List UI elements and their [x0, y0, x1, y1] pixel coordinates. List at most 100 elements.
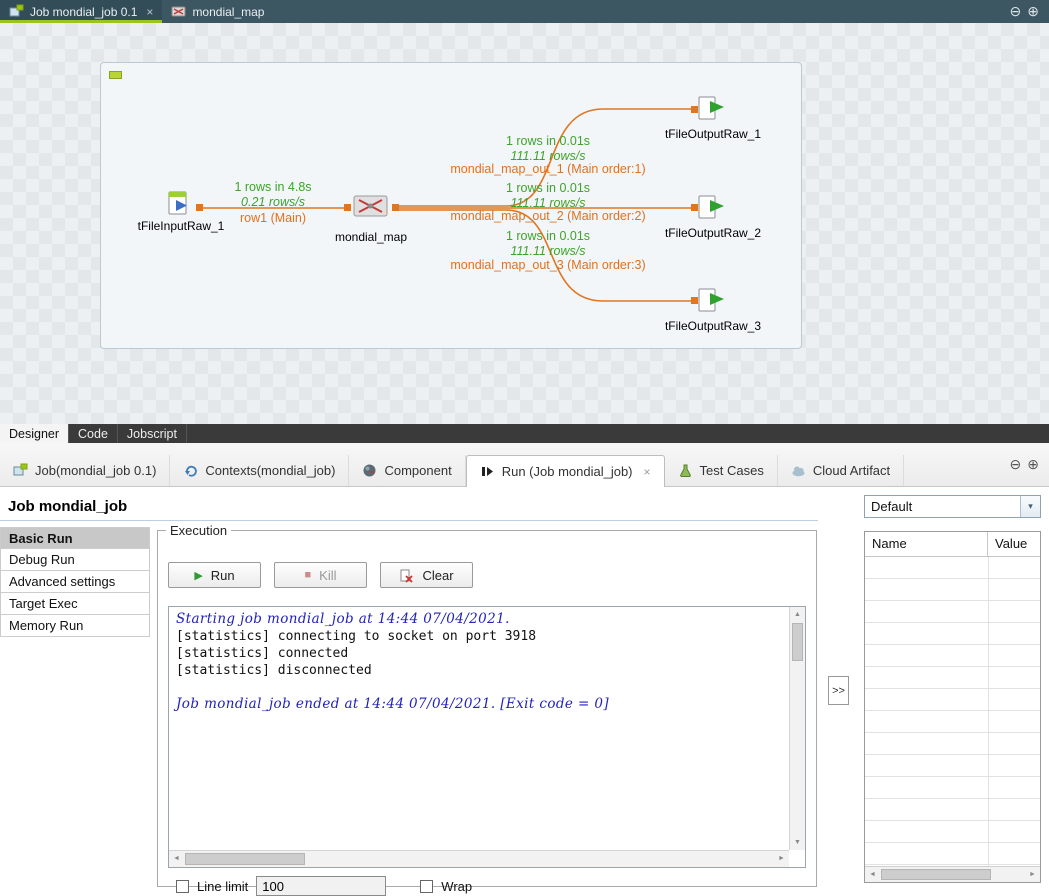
connection-rate: 0.21 rows/s: [241, 195, 305, 209]
tab-run-view[interactable]: Run (Job mondial_job) ×: [466, 455, 665, 487]
play-icon: ▶: [194, 569, 202, 582]
close-icon[interactable]: ×: [644, 465, 651, 479]
connection-stats: 1 rows in 4.8s: [234, 180, 311, 194]
connection-name: mondial_map_out_2 (Main order:2): [450, 209, 645, 223]
tab-test-cases[interactable]: Test Cases: [665, 455, 778, 486]
sidebar-item-basic-run[interactable]: Basic Run: [0, 527, 150, 549]
editor-tab-map[interactable]: mondial_map: [162, 0, 273, 23]
tab-label: Jobscript: [127, 427, 177, 441]
component-label: tFileOutputRaw_2: [665, 226, 761, 240]
connection-stats: 1 rows in 0.01s: [506, 229, 590, 243]
testcases-icon: [678, 463, 693, 478]
tab-contexts-view[interactable]: Contexts(mondial_job): [170, 455, 349, 486]
line-limit-input[interactable]: [256, 876, 386, 896]
tab-label: Contexts(mondial_job): [205, 463, 335, 478]
table-horizontal-scrollbar[interactable]: ◄ ►: [865, 866, 1040, 882]
maximize-icon[interactable]: ⊕: [1027, 3, 1039, 20]
scroll-right-icon[interactable]: ►: [774, 851, 789, 867]
connection-name: mondial_map_out_1 (Main order:1): [450, 162, 645, 176]
sidebar-item-memory-run[interactable]: Memory Run: [0, 615, 150, 637]
table-row[interactable]: [865, 689, 1040, 711]
sidebar-item-advanced-settings[interactable]: Advanced settings: [0, 571, 150, 593]
tab-label: Component: [384, 463, 451, 478]
connection-stats: 1 rows in 0.01s: [506, 134, 590, 148]
line-limit-checkbox[interactable]: [176, 880, 189, 893]
execution-console[interactable]: Starting job mondial_job at 14:44 07/04/…: [168, 606, 806, 868]
component-tFileOutputRaw-3[interactable]: [697, 287, 727, 320]
console-line: [statistics] disconnected: [176, 662, 782, 679]
tab-label: Test Cases: [700, 463, 764, 478]
table-row[interactable]: [865, 777, 1040, 799]
scrollbar-thumb[interactable]: [792, 623, 803, 661]
tab-code[interactable]: Code: [69, 424, 118, 443]
scroll-left-icon[interactable]: ◄: [865, 867, 880, 882]
table-row[interactable]: [865, 733, 1040, 755]
table-body: [865, 557, 1040, 866]
table-row[interactable]: [865, 601, 1040, 623]
stop-icon: ■: [305, 569, 312, 581]
scroll-down-icon[interactable]: ▼: [790, 835, 805, 850]
scroll-up-icon[interactable]: ▲: [790, 607, 805, 622]
run-sidebar: Basic Run Debug Run Advanced settings Ta…: [0, 527, 150, 637]
table-row[interactable]: [865, 821, 1040, 843]
table-row[interactable]: [865, 711, 1040, 733]
console-line: [statistics] connected: [176, 645, 782, 662]
component-tFileOutputRaw-2[interactable]: [697, 194, 727, 227]
run-header: Job mondial_job: [0, 493, 818, 521]
scroll-right-icon[interactable]: ►: [1025, 867, 1040, 882]
table-row[interactable]: [865, 645, 1040, 667]
table-row[interactable]: [865, 755, 1040, 777]
tab-job-view[interactable]: Job(mondial_job 0.1): [0, 455, 170, 486]
column-header-name: Name: [865, 532, 988, 556]
tmap-icon: [353, 194, 389, 218]
expand-context-panel-button[interactable]: >>: [828, 676, 849, 705]
component-tFileOutputRaw-1[interactable]: [697, 95, 727, 128]
context-variables-table[interactable]: Name Value ◄: [864, 531, 1041, 883]
execution-buttons: ▶ Run ■ Kill Clear: [168, 562, 473, 588]
maximize-icon[interactable]: ⊕: [1027, 456, 1039, 473]
minimize-icon[interactable]: ⊖: [1010, 456, 1022, 473]
component-label: tFileInputRaw_1: [138, 219, 225, 233]
tab-designer[interactable]: Designer: [0, 424, 69, 443]
console-vertical-scrollbar[interactable]: ▲ ▼: [789, 607, 805, 850]
editor-tabbar: Job mondial_job 0.1 × mondial_map ⊖ ⊕: [0, 0, 1049, 23]
table-row[interactable]: [865, 667, 1040, 689]
connection-name: row1 (Main): [240, 211, 306, 225]
component-label: tFileOutputRaw_1: [665, 127, 761, 141]
tab-jobscript[interactable]: Jobscript: [118, 424, 187, 443]
table-row[interactable]: [865, 579, 1040, 601]
kill-button[interactable]: ■ Kill: [274, 562, 367, 588]
line-limit-label: Line limit: [197, 879, 248, 894]
table-row[interactable]: [865, 623, 1040, 645]
scrollbar-thumb[interactable]: [881, 869, 991, 880]
job-canvas[interactable]: tFileInputRaw_1 mondial_map tFileOutputR…: [100, 62, 802, 349]
minimize-icon[interactable]: ⊖: [1010, 3, 1022, 20]
view-tabbar: Job(mondial_job 0.1) Contexts(mondial_jo…: [0, 443, 1049, 487]
editor-window-buttons: ⊖ ⊕: [1010, 0, 1049, 23]
close-icon[interactable]: ×: [146, 5, 153, 19]
page-title: Job mondial_job: [0, 493, 818, 515]
table-row[interactable]: [865, 557, 1040, 579]
connection-rate: 111.11 rows/s: [510, 149, 585, 163]
tab-component-view[interactable]: Component: [349, 455, 465, 486]
console-line: [176, 679, 782, 696]
chevron-down-icon[interactable]: ▾: [1020, 496, 1040, 517]
connection-rate: 111.11 rows/s: [510, 196, 585, 210]
console-horizontal-scrollbar[interactable]: ◄ ►: [169, 850, 789, 867]
execution-group-label: Execution: [166, 523, 231, 538]
component-mondial-map[interactable]: [353, 194, 389, 223]
editor-tab-job[interactable]: Job mondial_job 0.1 ×: [0, 0, 162, 23]
component-label: tFileOutputRaw_3: [665, 319, 761, 333]
scrollbar-thumb[interactable]: [185, 853, 305, 865]
sidebar-item-debug-run[interactable]: Debug Run: [0, 549, 150, 571]
table-row[interactable]: [865, 799, 1040, 821]
table-row[interactable]: [865, 843, 1040, 865]
clear-button[interactable]: Clear: [380, 562, 473, 588]
wrap-checkbox[interactable]: [420, 880, 433, 893]
scroll-left-icon[interactable]: ◄: [169, 851, 184, 867]
run-button[interactable]: ▶ Run: [168, 562, 261, 588]
wrap-group: Wrap: [420, 879, 472, 894]
tab-cloud-artifact[interactable]: Cloud Artifact: [778, 455, 904, 486]
sidebar-item-target-exec[interactable]: Target Exec: [0, 593, 150, 615]
context-select[interactable]: Default ▾: [864, 495, 1041, 518]
